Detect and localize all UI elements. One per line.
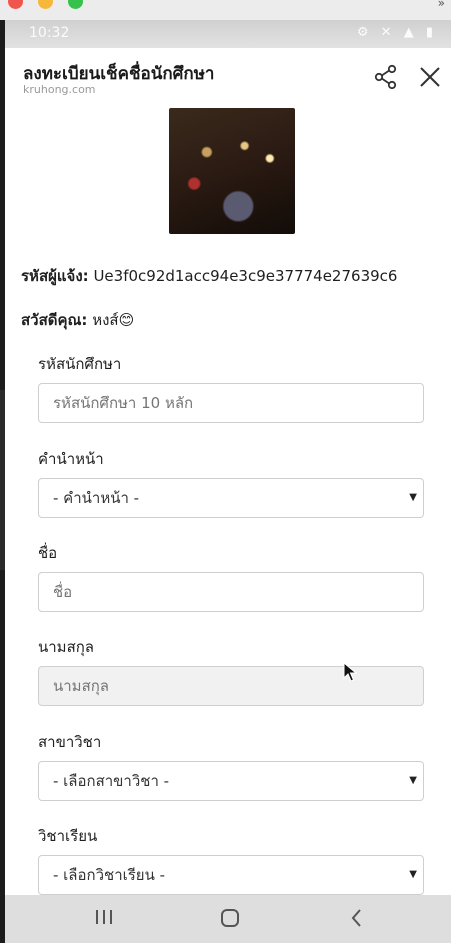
prefix-label: คำนำหน้า	[38, 450, 104, 468]
course-label: วิชาเรียน	[38, 827, 98, 845]
student-id-label: รหัสนักศึกษา	[38, 355, 122, 373]
greeting-label: สวัสดีคุณ:	[21, 311, 88, 329]
minimize-window-dot[interactable]	[38, 0, 53, 9]
caret-down-icon: ▼	[409, 492, 417, 503]
page-subtitle: kruhong.com	[23, 83, 96, 96]
status-bar: 10:32 ⚙ ✕ ▲ ▮	[5, 20, 451, 48]
greeting-line: สวัสดีคุณ: หงส์😊	[21, 308, 134, 332]
greeting-value: หงส์😊	[92, 311, 135, 329]
major-label: สาขาวิชา	[38, 733, 102, 751]
course-selected: - เลือกวิชาเรียน -	[53, 866, 166, 884]
reporter-id-label: รหัสผู้แจ้ง:	[21, 267, 89, 285]
first-name-label: ชื่อ	[38, 544, 58, 562]
status-icons: ⚙ ✕ ▲ ▮	[356, 25, 437, 40]
phone-screen: 10:32 ⚙ ✕ ▲ ▮ ลงทะเบียนเช็คชื่อนักศึกษา …	[5, 20, 451, 943]
profile-photo	[169, 108, 295, 234]
back-icon[interactable]	[347, 907, 367, 929]
prefix-select[interactable]: - คำนำหน้า - ▼	[38, 478, 424, 518]
android-nav-bar	[5, 895, 451, 943]
last-name-label: นามสกุล	[38, 638, 94, 656]
share-icon[interactable]	[373, 64, 399, 90]
form-content: รหัสผู้แจ้ง: Ue3f0c92d1acc94e3c9e37774e2…	[5, 108, 451, 895]
mouse-pointer-icon	[343, 662, 357, 682]
double-chevron-icon[interactable]: »	[438, 0, 445, 10]
close-icon[interactable]	[417, 64, 443, 90]
home-icon[interactable]	[219, 907, 241, 929]
caret-down-icon: ▼	[409, 869, 417, 880]
status-time: 10:32	[29, 25, 70, 41]
student-id-input[interactable]	[38, 383, 424, 423]
reporter-id-line: รหัสผู้แจ้ง: Ue3f0c92d1acc94e3c9e37774e2…	[21, 264, 397, 288]
reporter-id-value: Ue3f0c92d1acc94e3c9e37774e27639c6	[93, 267, 398, 285]
major-selected: - เลือกสาขาวิชา -	[53, 772, 170, 790]
close-window-dot[interactable]	[8, 0, 23, 9]
course-select[interactable]: - เลือกวิชาเรียน - ▼	[38, 855, 424, 895]
first-name-input[interactable]	[38, 572, 424, 612]
maximize-window-dot[interactable]	[68, 0, 83, 9]
major-select[interactable]: - เลือกสาขาวิชา - ▼	[38, 761, 424, 801]
last-name-input[interactable]	[38, 666, 424, 706]
recent-apps-icon[interactable]	[93, 907, 115, 927]
caret-down-icon: ▼	[409, 775, 417, 786]
prefix-selected: - คำนำหน้า -	[53, 489, 140, 507]
window-chrome: »	[0, 0, 451, 20]
